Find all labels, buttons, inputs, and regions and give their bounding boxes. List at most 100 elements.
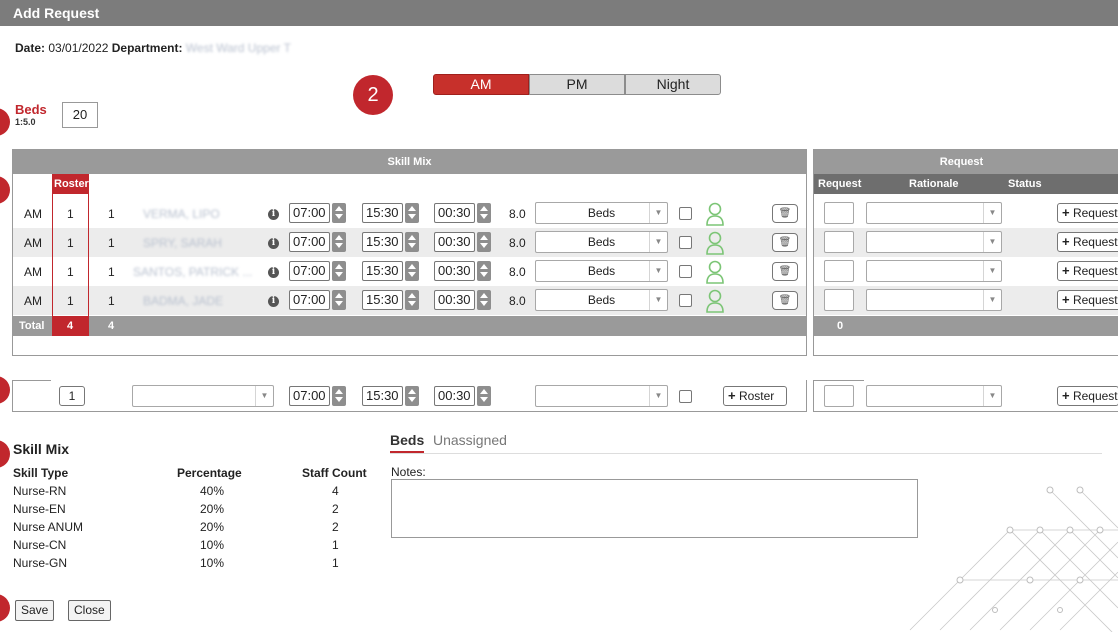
end-time-input[interactable]: 15:30 (362, 261, 403, 281)
time-spinner-icon[interactable] (404, 261, 419, 281)
break-time-input[interactable]: 00:30 (434, 386, 475, 406)
rationale-select[interactable]: ▼ (866, 260, 1002, 282)
start-time-input[interactable]: 07:00 (289, 203, 330, 223)
time-spinner-icon[interactable] (331, 386, 346, 406)
new-ic-checkbox[interactable] (679, 390, 692, 403)
time-spinner-icon[interactable] (331, 290, 346, 310)
break-time-field[interactable]: 00:30 (434, 203, 491, 223)
time-spinner-icon[interactable] (331, 261, 346, 281)
time-spinner-icon[interactable] (404, 290, 419, 310)
new-start-time-field[interactable]: 07:00 (289, 386, 346, 406)
info-icon[interactable]: i (268, 267, 279, 278)
tab-beds[interactable]: Beds (390, 432, 425, 453)
time-spinner-icon[interactable] (404, 232, 419, 252)
break-time-input[interactable]: 00:30 (434, 203, 475, 223)
header-staff-count: Staff Count (302, 466, 367, 480)
activity-select[interactable]: Beds ▼ (535, 202, 668, 224)
new-request-input[interactable] (824, 385, 854, 407)
request-input[interactable] (824, 260, 854, 282)
start-time-input[interactable]: 07:00 (289, 386, 330, 406)
request-input[interactable] (824, 289, 854, 311)
col-name: Name (186, 178, 216, 190)
break-time-field[interactable]: 00:30 (434, 232, 491, 252)
add-request-button[interactable]: + Request (1057, 232, 1118, 252)
break-time-input[interactable]: 00:30 (434, 290, 475, 310)
shift-option-pm[interactable]: PM (529, 74, 625, 95)
add-request-button[interactable]: + Request (1057, 261, 1118, 281)
end-time-input[interactable]: 15:30 (362, 232, 403, 252)
roster-count-input[interactable]: 1 (59, 386, 85, 406)
break-time-field[interactable]: 00:30 (434, 290, 491, 310)
skill-mix-summary-title: Skill Mix (13, 441, 70, 457)
time-spinner-icon[interactable] (476, 261, 491, 281)
time-spinner-icon[interactable] (476, 386, 491, 406)
activity-select[interactable]: Beds ▼ (535, 260, 668, 282)
info-icon[interactable]: i (268, 296, 279, 307)
time-spinner-icon[interactable] (331, 203, 346, 223)
end-time-input[interactable]: 15:30 (362, 290, 403, 310)
tab-unassigned[interactable]: Unassigned (433, 432, 507, 448)
add-roster-button[interactable]: + Roster (723, 386, 787, 406)
new-break-time-field[interactable]: 00:30 (434, 386, 491, 406)
info-icon[interactable]: i (268, 209, 279, 220)
time-spinner-icon[interactable] (476, 290, 491, 310)
delete-row-button[interactable]: 🗑 (772, 262, 798, 281)
break-time-input[interactable]: 00:30 (434, 261, 475, 281)
shift-option-night[interactable]: Night (625, 74, 721, 95)
start-time-field[interactable]: 07:00 (289, 261, 346, 281)
ic-checkbox[interactable] (679, 294, 692, 307)
start-time-field[interactable]: 07:00 (289, 290, 346, 310)
time-spinner-icon[interactable] (404, 203, 419, 223)
beds-count-input[interactable]: 20 (62, 102, 98, 128)
callout-marker-edge (0, 440, 10, 468)
new-end-time-field[interactable]: 15:30 (362, 386, 419, 406)
ic-checkbox[interactable] (679, 207, 692, 220)
rationale-select[interactable]: ▼ (866, 231, 1002, 253)
chevron-down-icon: ▼ (649, 203, 667, 223)
new-roster-entry-row: 1 ▼ 07:00 15:30 00:30 ▼ + Roster (12, 380, 807, 412)
start-time-field[interactable]: 07:00 (289, 232, 346, 252)
delete-row-button[interactable]: 🗑 (772, 291, 798, 310)
col-status: Status (1008, 178, 1042, 190)
new-activity-select[interactable]: ▼ (535, 385, 668, 407)
break-time-input[interactable]: 00:30 (434, 232, 475, 252)
ic-checkbox[interactable] (679, 265, 692, 278)
start-time-input[interactable]: 07:00 (289, 290, 330, 310)
skill-mix-row: Nurse-EN 20% 2 (13, 502, 383, 518)
new-add-request-button[interactable]: + Request (1057, 386, 1118, 406)
rationale-select[interactable]: ▼ (866, 202, 1002, 224)
chevron-down-icon: ▼ (983, 290, 1001, 310)
break-time-field[interactable]: 00:30 (434, 261, 491, 281)
new-rationale-select[interactable]: ▼ (866, 385, 1002, 407)
activity-select[interactable]: Beds ▼ (535, 231, 668, 253)
close-button[interactable]: Close (68, 600, 111, 621)
activity-select[interactable]: Beds ▼ (535, 289, 668, 311)
notes-textarea[interactable] (391, 479, 918, 538)
notes-label: Notes: (391, 465, 426, 479)
request-input[interactable] (824, 202, 854, 224)
time-spinner-icon[interactable] (476, 203, 491, 223)
save-button[interactable]: Save (15, 600, 55, 621)
time-spinner-icon[interactable] (476, 232, 491, 252)
end-time-input[interactable]: 15:30 (362, 386, 403, 406)
delete-row-button[interactable]: 🗑 (772, 204, 798, 223)
end-time-input[interactable]: 15:30 (362, 203, 403, 223)
end-time-field[interactable]: 15:30 (362, 261, 419, 281)
info-icon[interactable]: i (268, 238, 279, 249)
start-time-input[interactable]: 07:00 (289, 232, 330, 252)
delete-row-button[interactable]: 🗑 (772, 233, 798, 252)
staff-select[interactable]: ▼ (132, 385, 274, 407)
request-input[interactable] (824, 231, 854, 253)
start-time-field[interactable]: 07:00 (289, 203, 346, 223)
time-spinner-icon[interactable] (404, 386, 419, 406)
add-request-button[interactable]: + Request (1057, 290, 1118, 310)
time-spinner-icon[interactable] (331, 232, 346, 252)
end-time-field[interactable]: 15:30 (362, 232, 419, 252)
add-request-button[interactable]: + Request (1057, 203, 1118, 223)
rationale-select[interactable]: ▼ (866, 289, 1002, 311)
ic-checkbox[interactable] (679, 236, 692, 249)
shift-option-am[interactable]: AM (433, 74, 529, 95)
start-time-input[interactable]: 07:00 (289, 261, 330, 281)
end-time-field[interactable]: 15:30 (362, 290, 419, 310)
end-time-field[interactable]: 15:30 (362, 203, 419, 223)
